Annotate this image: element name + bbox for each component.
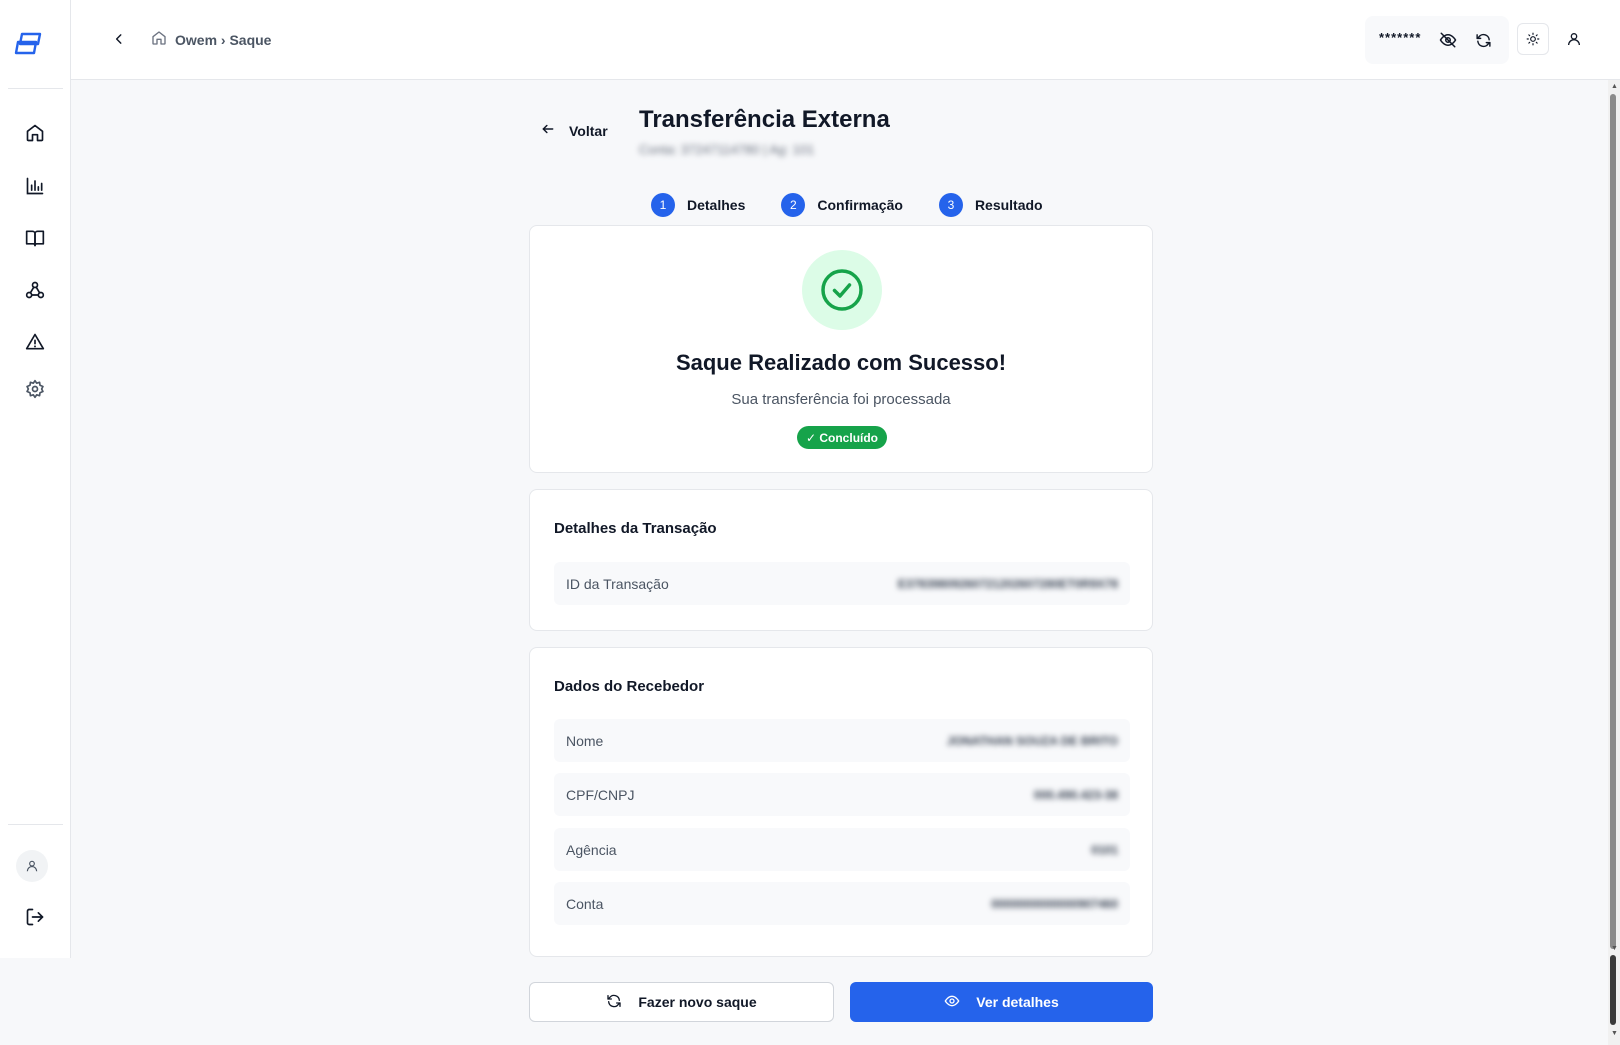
success-check-icon [802,250,882,330]
step-number: 3 [938,193,963,217]
breadcrumb-text[interactable]: Owem › Saque [175,32,271,48]
row-label: ID da Transação [566,575,669,592]
step-label: Detalhes [687,197,746,213]
arrow-left-icon [541,122,555,139]
balance-masked-value: ******* [1379,30,1422,45]
top-header: Owem › Saque ******* [71,0,1620,80]
home-icon[interactable] [24,122,46,144]
bar-chart-icon[interactable] [24,175,46,197]
view-details-button[interactable]: Ver detalhes [850,982,1153,1022]
back-label: Voltar [569,122,608,139]
stepper: 1 Detalhes 2 Confirmação 3 Resultado [651,193,1043,217]
detail-row-agency: Agência 0101 [554,828,1130,871]
sidebar-divider [8,824,63,825]
page-title: Transferência Externa [639,106,890,133]
detail-row-transaction-id: ID da Transação E37839809260721202607280… [554,562,1130,605]
row-value: E37839809260721202607280ET0R9X78 [897,576,1118,591]
detail-row-account: Conta 0000000000000907460 [554,882,1130,925]
row-label: Conta [566,895,604,912]
balance-box: ******* [1365,16,1509,64]
theme-toggle-button[interactable] [1517,23,1549,55]
success-subtitle: Sua transferência foi processada [731,391,951,408]
step-result: 3 Resultado [938,193,1043,217]
scroll-down-arrow-icon[interactable]: ▼ [1611,945,1618,952]
page-scrollbar[interactable]: ▲ ▼ ▼ [1608,80,1620,1045]
status-badge: ✓ Concluído [797,426,887,449]
eye-off-icon[interactable] [1437,29,1459,51]
row-value: JONATHAN SOUZA DE BRITO [946,733,1118,748]
eye-icon [944,993,960,1012]
card-title: Detalhes da Transação [554,520,717,537]
user-avatar[interactable] [16,850,48,882]
scroll-up-arrow-icon[interactable]: ▲ [1611,83,1618,90]
transaction-details-card: Detalhes da Transação ID da Transação E3… [529,489,1153,631]
success-title: Saque Realizado com Sucesso! [675,350,1007,375]
step-number: 2 [781,193,806,217]
refresh-icon [606,993,622,1012]
receiver-card: Dados do Recebedor Nome JONATHAN SOUZA D… [529,647,1153,957]
row-value: 0000000000000907460 [991,896,1118,911]
row-label: CPF/CNPJ [566,786,635,803]
step-label: Confirmação [817,197,903,213]
back-button[interactable]: Voltar [541,122,608,139]
alert-triangle-icon[interactable] [24,331,46,353]
logout-icon[interactable] [24,906,46,928]
detail-row-cpf-cnpj: CPF/CNPJ 000.490.423-38 [554,773,1130,816]
step-label: Resultado [974,197,1043,213]
sidebar-divider [8,88,63,89]
scroll-down-arrow-icon[interactable]: ▼ [1611,1030,1618,1037]
home-icon[interactable] [151,30,167,49]
row-label: Nome [566,732,604,749]
step-number: 1 [651,193,675,217]
user-icon[interactable] [1563,28,1585,50]
step-confirmation: 2 Confirmação [781,193,903,217]
detail-row-name: Nome JONATHAN SOUZA DE BRITO [554,719,1130,762]
button-label: Fazer novo saque [638,994,757,1010]
row-label: Agência [566,841,617,858]
account-subtitle: Conta: 37247114780 | Ag: 101 [639,142,815,157]
sun-icon [1526,32,1540,46]
success-card: Saque Realizado com Sucesso! Sua transfe… [529,225,1153,473]
refresh-icon[interactable] [1472,29,1494,51]
row-value: 000.490.423-38 [1033,787,1118,802]
app-logo[interactable] [14,30,44,58]
button-label: Ver detalhes [976,994,1059,1010]
webhook-icon[interactable] [24,279,46,301]
card-title: Dados do Recebedor [554,678,705,695]
settings-gear-icon[interactable] [24,378,46,400]
scrollbar-thumb[interactable] [1610,94,1616,949]
new-withdrawal-button[interactable]: Fazer novo saque [529,982,834,1022]
chevron-left-icon[interactable] [110,30,128,48]
row-value: 0101 [1091,842,1118,857]
sidebar [0,0,71,958]
step-details: 1 Detalhes [651,193,745,217]
book-icon[interactable] [24,227,46,249]
scrollbar-thumb-secondary[interactable] [1610,955,1616,1025]
breadcrumb: Owem › Saque [151,30,271,49]
